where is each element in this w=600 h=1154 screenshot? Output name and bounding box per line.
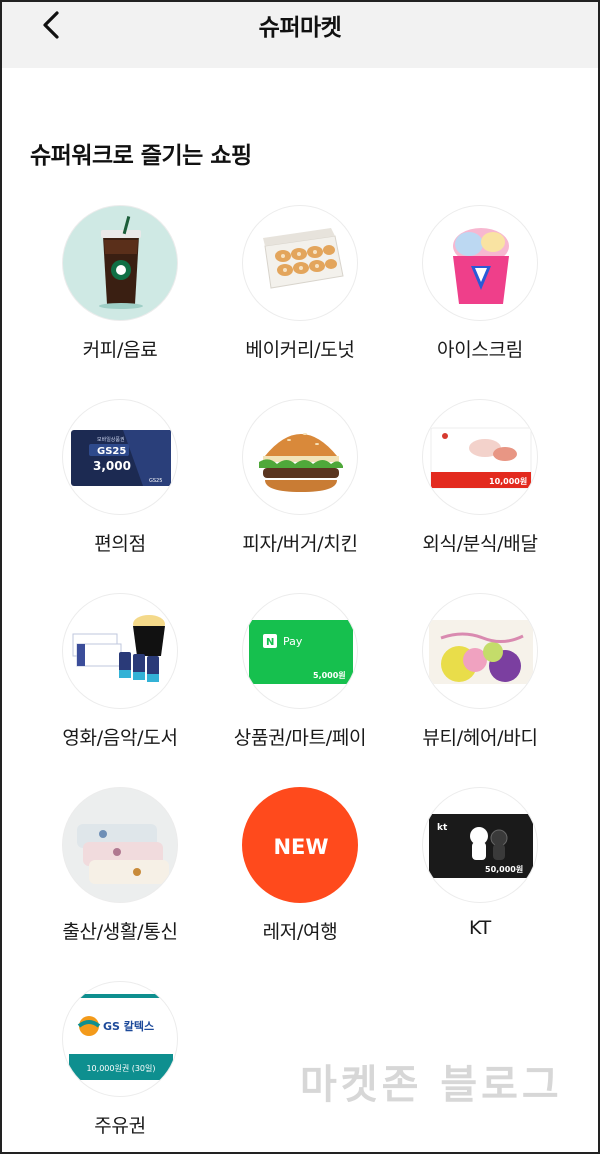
category-giftcard[interactable]: N Pay 5,000원 상품권/마트/페이 bbox=[210, 593, 390, 763]
svg-text:GS25: GS25 bbox=[97, 446, 126, 457]
category-label: 피자/버거/치킨 bbox=[242, 533, 358, 555]
svg-text:N: N bbox=[266, 637, 274, 648]
top-bar: 슈퍼마켓 bbox=[2, 2, 598, 68]
category-label: 상품권/마트/페이 bbox=[233, 727, 367, 749]
category-label: 외식/분식/배달 bbox=[422, 533, 538, 555]
category-label: 편의점 bbox=[94, 533, 146, 555]
svg-text:3,000: 3,000 bbox=[93, 459, 131, 473]
npay-card-icon: N Pay 5,000원 bbox=[242, 593, 358, 709]
category-label: 아이스크림 bbox=[437, 339, 523, 361]
category-coffee[interactable]: 커피/음료 bbox=[30, 205, 210, 375]
kt-card-icon: kt 50,000원 bbox=[422, 787, 538, 903]
svg-text:모바일상품권: 모바일상품권 bbox=[97, 436, 125, 443]
movie-ticket-popcorn-icon bbox=[62, 593, 178, 709]
category-pizza-burger[interactable]: 피자/버거/치킨 bbox=[210, 399, 390, 569]
svg-text:10,000원권 (30일): 10,000원권 (30일) bbox=[86, 1063, 155, 1073]
category-label: 영화/음악/도서 bbox=[62, 727, 178, 749]
svg-text:5,000원: 5,000원 bbox=[313, 670, 346, 680]
category-beauty[interactable]: 뷰티/헤어/바디 bbox=[390, 593, 570, 763]
category-label: 주유권 bbox=[94, 1115, 146, 1137]
page-title: 슈퍼마켓 bbox=[258, 15, 342, 41]
category-bakery[interactable]: 베이커리/도넛 bbox=[210, 205, 390, 375]
category-label: 뷰티/헤어/바디 bbox=[422, 727, 538, 749]
watermark-text: 마켓존 블로그 bbox=[300, 1062, 563, 1108]
category-label: 레저/여행 bbox=[262, 921, 338, 943]
svg-text:50,000원: 50,000원 bbox=[485, 864, 523, 874]
burger-icon bbox=[242, 399, 358, 515]
svg-text:GS 칼텍스: GS 칼텍스 bbox=[103, 1019, 154, 1033]
category-kt[interactable]: kt 50,000원 KT bbox=[390, 787, 570, 957]
coffee-drink-icon bbox=[62, 205, 178, 321]
category-label: 베이커리/도넛 bbox=[245, 339, 355, 361]
donut-box-icon bbox=[242, 205, 358, 321]
svg-text:kt: kt bbox=[437, 823, 448, 833]
category-leisure[interactable]: NEW 레저/여행 bbox=[210, 787, 390, 957]
svg-text:GS25: GS25 bbox=[149, 478, 162, 484]
svg-text:Pay: Pay bbox=[283, 635, 303, 648]
category-dining[interactable]: 10,000원 외식/분식/배달 bbox=[390, 399, 570, 569]
svg-text:10,000원: 10,000원 bbox=[489, 476, 527, 486]
beauty-card-icon bbox=[422, 593, 538, 709]
category-label: 커피/음료 bbox=[82, 339, 158, 361]
category-lifestyle[interactable]: 출산/생활/통신 bbox=[30, 787, 210, 957]
category-movie[interactable]: 영화/음악/도서 bbox=[30, 593, 210, 763]
dining-voucher-icon: 10,000원 bbox=[422, 399, 538, 515]
ice-cream-cup-icon bbox=[422, 205, 538, 321]
new-badge-icon: NEW bbox=[242, 787, 358, 903]
gs-caltex-card-icon: GS 칼텍스 10,000원권 (30일) bbox=[62, 981, 178, 1097]
category-convenience[interactable]: 모바일상품권 GS25 3,000 GS25 편의점 bbox=[30, 399, 210, 569]
category-label: 출산/생활/통신 bbox=[62, 921, 178, 943]
category-fuel[interactable]: GS 칼텍스 10,000원권 (30일) 주유권 bbox=[30, 981, 210, 1151]
category-icecream[interactable]: 아이스크림 bbox=[390, 205, 570, 375]
category-label: KT bbox=[469, 917, 491, 939]
svg-text:NEW: NEW bbox=[273, 835, 328, 859]
convenience-store-card-icon: 모바일상품권 GS25 3,000 GS25 bbox=[62, 399, 178, 515]
towels-icon bbox=[62, 787, 178, 903]
section-title: 슈퍼워크로 즐기는 쇼핑 bbox=[30, 143, 252, 169]
